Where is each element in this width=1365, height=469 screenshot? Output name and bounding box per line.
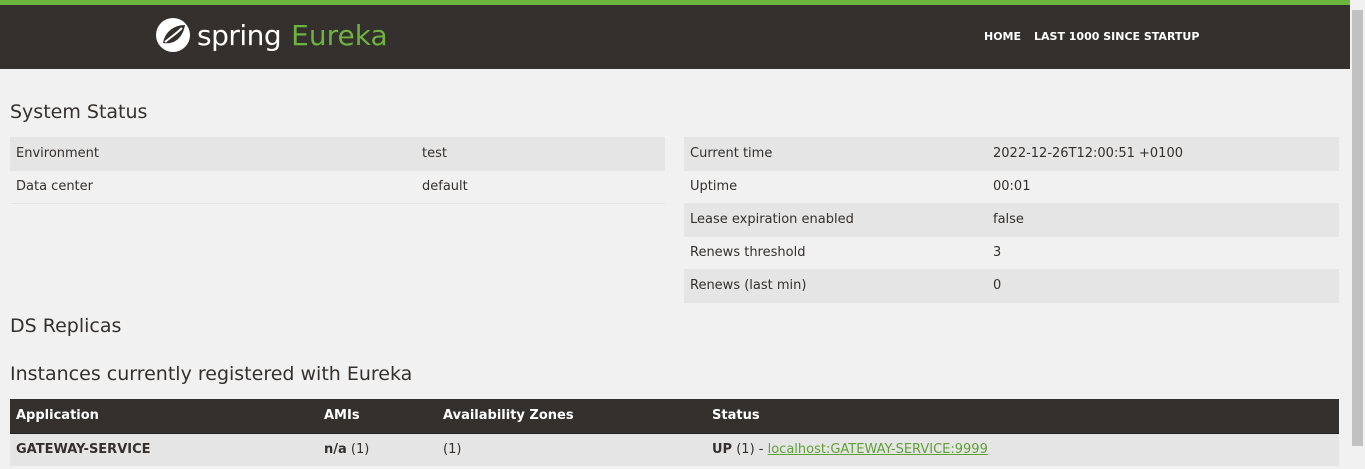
table-row: Current time 2022-12-26T12:00:51 +0100 [684,137,1339,171]
status-cell: UP (1) - localhost:GATEWAY-SERVICE:9999 [706,433,1339,466]
status-count: (1) - [736,442,768,458]
col-zones: Availability Zones [437,399,706,434]
ds-replicas-heading: DS Replicas [10,315,122,337]
spring-eureka-logo[interactable]: spring Eureka [155,17,388,53]
key: Uptime [684,170,987,204]
app-name: GATEWAY-SERVICE [10,433,318,466]
value: test [416,137,665,171]
instance-link[interactable]: localhost:GATEWAY-SERVICE:9999 [768,442,988,457]
value: default [416,170,665,204]
table-row: Renews (last min) 0 [684,269,1339,303]
status-value: UP [712,442,733,458]
logo-spring-text: spring [197,18,282,52]
logo-eureka-text: Eureka [291,18,388,52]
value: 00:01 [987,170,1339,204]
value: 0 [987,269,1339,303]
system-status-heading: System Status [10,101,148,123]
key: Lease expiration enabled [684,203,987,237]
table-header: Application AMIs Availability Zones Stat… [10,399,1339,434]
zones-cell: (1) [437,433,706,466]
spring-leaf-icon [156,18,190,52]
table-row: Lease expiration enabled false [684,203,1339,237]
key: Renews threshold [684,236,987,270]
col-application: Application [10,399,318,434]
col-status: Status [706,399,1339,434]
table-row: Renews threshold 3 [684,236,1339,270]
table-row: Environment test [10,137,665,171]
instances-table: Application AMIs Availability Zones Stat… [10,399,1339,466]
nav-last-1000[interactable]: LAST 1000 SINCE STARTUP [1034,30,1199,43]
value: 3 [987,236,1339,270]
system-status-right-table: Current time 2022-12-26T12:00:51 +0100 Up… [684,137,1339,303]
value: 2022-12-26T12:00:51 +0100 [987,137,1339,171]
instances-heading: Instances currently registered with Eure… [10,363,413,385]
nav-home[interactable]: HOME [984,30,1021,43]
key: Renews (last min) [684,269,987,303]
value: false [987,203,1339,237]
table-row: Data center default [10,170,665,204]
col-amis: AMIs [318,399,437,434]
key: Current time [684,137,987,171]
scrollbar-thumb[interactable] [1352,10,1363,446]
table-row: GATEWAY-SERVICE n/a (1) (1) UP (1) - loc… [10,433,1339,466]
amis-cell: n/a (1) [318,433,437,466]
scrollbar[interactable] [1350,0,1365,469]
navbar: spring Eureka HOME LAST 1000 SINCE START… [0,5,1350,69]
ami-value: n/a [324,442,347,458]
key: Data center [10,170,416,204]
ami-count: (1) [350,442,370,458]
system-status-left-table: Environment test Data center default [10,137,665,204]
key: Environment [10,137,416,171]
table-row: Uptime 00:01 [684,170,1339,204]
